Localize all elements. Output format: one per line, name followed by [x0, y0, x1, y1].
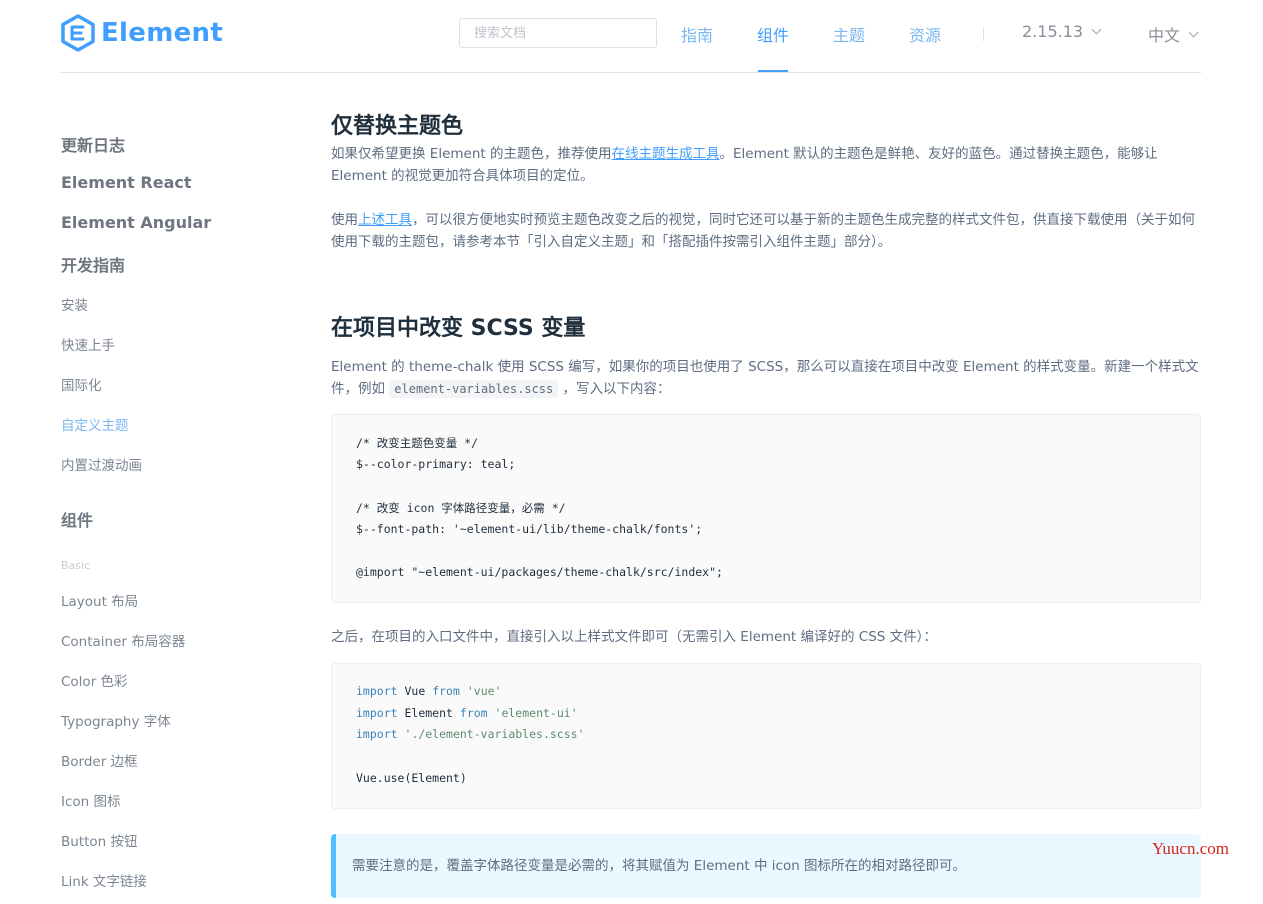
section-title-theme-color: 仅替换主题色	[331, 114, 464, 139]
sidebar-item-element-angular[interactable]: Element Angular	[61, 213, 211, 232]
paragraph: Element 的 theme-chalk 使用 SCSS 编写，如果你的项目也…	[331, 357, 1201, 400]
sidebar-item-quickstart[interactable]: 快速上手	[61, 334, 115, 354]
sidebar-item-transition[interactable]: 内置过渡动画	[61, 454, 142, 474]
paragraph-text: ，可以很方便地实时预览主题色改变之后的视觉，同时它还可以基于新的主题色生成完整的…	[331, 212, 1195, 250]
sidebar-item-button[interactable]: Button 按钮	[61, 830, 138, 850]
above-tool-link[interactable]: 上述工具	[358, 212, 412, 228]
code-line: import Vue from 'vue'	[356, 684, 502, 698]
theme-generator-link[interactable]: 在线主题生成工具	[611, 146, 719, 162]
paragraph-text: 使用	[331, 212, 358, 228]
paragraph: 之后，在项目的入口文件中，直接引入以上样式文件即可（无需引入 Element 编…	[331, 629, 937, 645]
code-block-js: import Vue from 'vue' import Element fro…	[331, 663, 1201, 809]
sidebar-item-typography[interactable]: Typography 字体	[61, 710, 171, 730]
sidebar-item-changelog[interactable]: 更新日志	[61, 132, 125, 156]
language-label: 中文	[1148, 26, 1181, 45]
element-hexagon-icon	[61, 14, 95, 52]
sidebar-item-container[interactable]: Container 布局容器	[61, 630, 185, 650]
code-line: @import "~element-ui/packages/theme-chal…	[356, 565, 723, 579]
paragraph: 使用上述工具，可以很方便地实时预览主题色改变之后的视觉，同时它还可以基于新的主题…	[331, 210, 1201, 253]
sidebar-item-layout[interactable]: Layout 布局	[61, 590, 138, 610]
language-dropdown[interactable]: 中文	[1148, 22, 1199, 46]
logo-text: Element	[101, 18, 224, 48]
sidebar-item-color[interactable]: Color 色彩	[61, 670, 128, 690]
top-header: Element 指南 组件 主题 资源 2.15.13 中文	[0, 0, 1263, 72]
nav-guide[interactable]: 指南	[681, 22, 713, 46]
sidebar-item-install[interactable]: 安装	[61, 294, 88, 314]
version-dropdown[interactable]: 2.15.13	[1022, 22, 1102, 41]
sidebar-category-basic: Basic	[61, 559, 91, 572]
code-line: Vue.use(Element)	[356, 771, 467, 785]
chevron-down-icon	[1091, 24, 1102, 35]
watermark: Yuucn.com	[1152, 839, 1229, 858]
code-line: $--font-path: '~element-ui/lib/theme-cha…	[356, 522, 703, 536]
sidebar-item-icon[interactable]: Icon 图标	[61, 790, 121, 810]
sidebar-item-element-react[interactable]: Element React	[61, 173, 192, 192]
paragraph: 如果仅希望更换 Element 的主题色，推荐使用在线主题生成工具。Elemen…	[331, 144, 1201, 187]
code-line: import './element-variables.scss'	[356, 727, 585, 741]
sidebar-group-components: 组件	[61, 511, 94, 530]
paragraph-text: ，写入以下内容：	[558, 380, 671, 397]
inline-code: element-variables.scss	[389, 379, 559, 398]
code-block-scss: /* 改变主题色变量 */ $--color-primary: teal; /*…	[331, 414, 1201, 603]
nav-component[interactable]: 组件	[757, 22, 789, 46]
sidebar-item-i18n[interactable]: 国际化	[61, 374, 102, 394]
nav-resource[interactable]: 资源	[909, 22, 941, 46]
code-line: import Element from 'element-ui'	[356, 706, 578, 720]
nav-theme[interactable]: 主题	[833, 22, 865, 46]
element-logo[interactable]: Element	[61, 14, 223, 52]
paragraph-text: 如果仅希望更换 Element 的主题色，推荐使用	[331, 146, 612, 162]
sidebar-item-border[interactable]: Border 边框	[61, 750, 138, 770]
section-title-scss-variables: 在项目中改变 SCSS 变量	[331, 316, 586, 341]
sidebar-item-custom-theme[interactable]: 自定义主题	[61, 414, 129, 434]
search-input[interactable]	[459, 18, 657, 48]
code-line: /* 改变 icon 字体路径变量，必需 */	[356, 501, 566, 515]
sidebar-group-dev-guide: 开发指南	[61, 256, 126, 275]
nav-divider	[983, 27, 984, 41]
version-label: 2.15.13	[1022, 22, 1084, 41]
sidebar-item-link[interactable]: Link 文字链接	[61, 870, 147, 890]
chevron-down-icon	[1188, 27, 1199, 37]
header-divider	[61, 72, 1201, 73]
code-line: $--color-primary: teal;	[356, 457, 516, 471]
code-line: /* 改变主题色变量 */	[356, 436, 479, 450]
tip-callout: 需要注意的是，覆盖字体路径变量是必需的，将其赋值为 Element 中 icon…	[331, 834, 1201, 898]
